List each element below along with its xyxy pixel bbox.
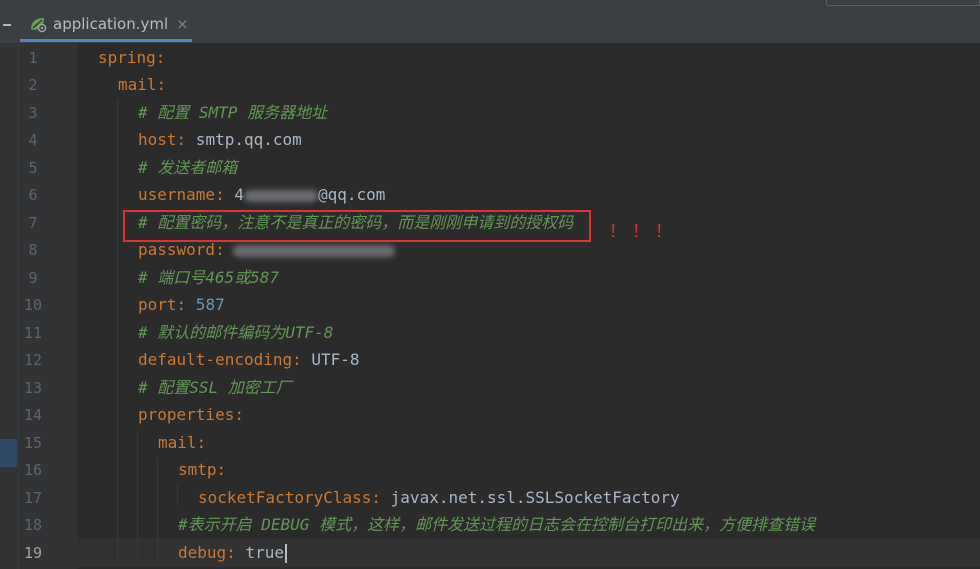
yaml-value: UTF-8: [301, 350, 360, 369]
yaml-comment: # 发送者邮箱: [138, 158, 238, 177]
code-line-6[interactable]: username: 4 @qq.com: [138, 185, 385, 205]
yaml-comment: # 默认的邮件编码为UTF-8: [138, 323, 334, 342]
yaml-key: default-encoding: [138, 350, 293, 369]
yaml-comment: #表示开启 DEBUG 模式，这样，邮件发送过程的日志会在控制台打印出来，方便排…: [178, 515, 816, 534]
line-number: 7: [28, 214, 38, 232]
yaml-value: true: [235, 543, 284, 562]
indent-guide: [137, 430, 138, 560]
yaml-key: spring: [98, 48, 156, 67]
yaml-comment: # 配置SSL 加密工厂: [138, 378, 292, 397]
close-icon[interactable]: ×: [176, 15, 189, 33]
line-number: 16: [23, 461, 43, 479]
indent-guide: [177, 485, 178, 505]
yaml-colon: :: [234, 405, 244, 424]
yaml-colon: :: [176, 295, 187, 314]
code-line-3[interactable]: # 配置 SMTP 服务器地址: [138, 103, 327, 123]
ide-window: application.yml × 1 2 3 4 5 6 7 8 9 10 1…: [0, 0, 980, 569]
tab-application-yml[interactable]: application.yml ×: [20, 8, 192, 42]
yaml-colon: :: [292, 350, 302, 369]
yaml-number: 587: [186, 295, 225, 314]
yaml-colon: :: [215, 185, 225, 204]
code-line-5[interactable]: # 发送者邮箱: [138, 158, 237, 178]
tool-window-strip[interactable]: [0, 0, 18, 43]
yaml-key: properties: [138, 405, 235, 424]
code-line-8[interactable]: password:: [138, 240, 395, 260]
yaml-value-suffix: @qq.com: [317, 185, 386, 204]
line-number: 11: [23, 324, 43, 342]
line-number: 12: [23, 351, 43, 369]
yaml-colon: :: [226, 543, 236, 562]
current-line-number: 19: [23, 544, 43, 562]
line-number: 17: [23, 489, 43, 507]
code-line-17[interactable]: socketFactoryClass: javax.net.ssl.SSLSoc…: [198, 488, 680, 508]
redacted-password: [232, 244, 395, 257]
yaml-colon: :: [155, 48, 166, 67]
line-number: 5: [28, 159, 38, 177]
line-number: 10: [23, 296, 43, 314]
yaml-value: smtp.qq.com: [186, 130, 302, 149]
code-line-13[interactable]: # 配置SSL 加密工厂: [138, 378, 292, 398]
text-caret: [284, 544, 287, 563]
spring-leaf-gear-icon: [28, 15, 48, 33]
code-line-1[interactable]: spring:: [98, 48, 165, 68]
yaml-key: username: [138, 185, 216, 204]
indent-guide: [117, 100, 118, 560]
annotation-highlight-box: [123, 210, 591, 242]
yaml-colon: :: [156, 75, 167, 94]
yaml-colon: :: [215, 240, 225, 259]
structure-marker: [0, 439, 17, 467]
yaml-key: mail: [118, 75, 157, 94]
line-number: 18: [23, 516, 43, 534]
code-line-16[interactable]: smtp:: [178, 460, 226, 480]
yaml-key: password: [138, 240, 216, 259]
tab-title: application.yml: [53, 14, 169, 33]
editor-tab-bar: application.yml ×: [0, 0, 980, 44]
line-number: 3: [28, 104, 38, 122]
yaml-value: javax.net.ssl.SSLSocketFactory: [381, 488, 680, 507]
collapse-icon[interactable]: [3, 24, 11, 26]
yaml-comment: # 配置 SMTP 服务器地址: [138, 103, 328, 122]
line-number: 8: [28, 241, 38, 259]
line-number: 1: [28, 49, 38, 67]
yaml-key: host: [138, 130, 177, 149]
line-number: 2: [28, 76, 38, 94]
toolbar-widget[interactable]: [826, 0, 980, 6]
line-number: 14: [23, 406, 43, 424]
yaml-key: socketFactoryClass: [198, 488, 372, 507]
yaml-colon: :: [176, 130, 187, 149]
code-line-11[interactable]: # 默认的邮件编码为UTF-8: [138, 323, 333, 343]
code-line-15[interactable]: mail:: [158, 433, 206, 453]
yaml-key: smtp: [178, 460, 217, 479]
line-number: 15: [23, 434, 43, 452]
code-line-18[interactable]: #表示开启 DEBUG 模式，这样，邮件发送过程的日志会在控制台打印出来，方便排…: [178, 515, 815, 535]
line-number: 9: [28, 269, 38, 287]
yaml-colon: :: [371, 488, 382, 507]
yaml-key: mail: [158, 433, 197, 452]
yaml-colon: :: [216, 460, 227, 479]
code-line-12[interactable]: default-encoding: UTF-8: [138, 350, 360, 370]
code-line-19[interactable]: debug: true: [178, 543, 287, 563]
line-number: 6: [28, 186, 38, 204]
code-line-14[interactable]: properties:: [138, 405, 244, 425]
redacted-username: [243, 189, 318, 202]
yaml-key: debug: [178, 543, 227, 562]
indent-guide: [157, 458, 158, 560]
yaml-key: port: [138, 295, 177, 314]
line-number: 4: [28, 131, 38, 149]
code-line-4[interactable]: host: smtp.qq.com: [138, 130, 302, 150]
code-line-10[interactable]: port: 587: [138, 295, 225, 315]
code-line-9[interactable]: # 端口号465或587: [138, 268, 279, 288]
code-line-2[interactable]: mail:: [118, 75, 166, 95]
line-number: 13: [23, 379, 43, 397]
yaml-comment: # 端口号465或587: [138, 268, 280, 287]
yaml-value-prefix: 4: [224, 185, 244, 204]
yaml-colon: :: [196, 433, 207, 452]
annotation-exclamation: ！！！: [609, 222, 678, 242]
